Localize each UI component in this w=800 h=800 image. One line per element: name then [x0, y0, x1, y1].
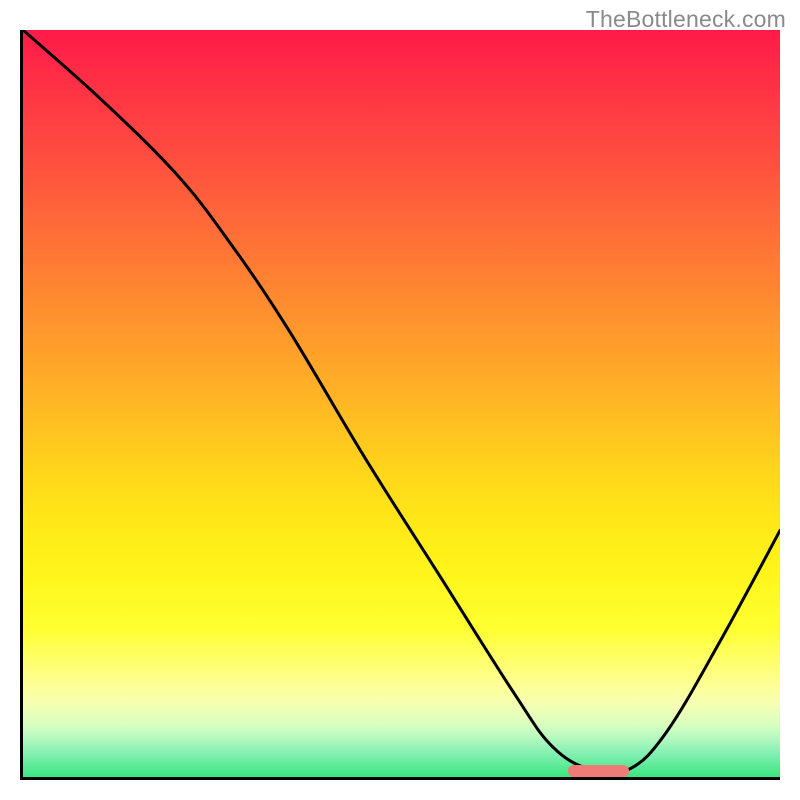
- sweet-spot-marker: [568, 765, 629, 777]
- curve-svg: [23, 30, 780, 777]
- plot-area: [20, 30, 780, 780]
- bottleneck-curve: [23, 30, 780, 774]
- watermark-text: TheBottleneck.com: [586, 6, 786, 33]
- chart-container: TheBottleneck.com: [0, 0, 800, 800]
